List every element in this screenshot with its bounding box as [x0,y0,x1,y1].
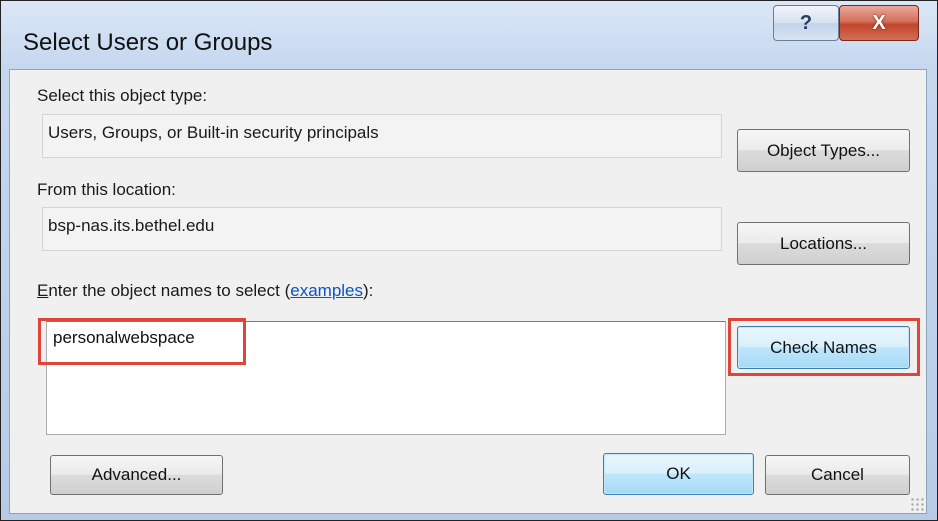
object-type-label: Select this object type: [37,86,208,105]
object-type-field: Users, Groups, or Built-in security prin… [42,114,722,158]
locations-button[interactable]: Locations... [737,222,910,265]
cancel-button[interactable]: Cancel [765,455,910,495]
location-label: From this location: [37,180,176,199]
help-button[interactable]: ? [773,5,839,41]
close-icon: X [872,11,886,34]
object-names-label-text: nter the object names to select ( [48,281,291,300]
object-names-accel: E [37,281,49,300]
object-names-label-suffix: ): [363,281,374,300]
location-field: bsp-nas.its.bethel.edu [42,207,722,251]
ok-button[interactable]: OK [603,453,754,495]
dialog-window: Select Users or Groups ? X Select this o… [0,0,938,521]
resize-grip-icon[interactable] [910,497,924,511]
advanced-button[interactable]: Advanced... [50,455,223,495]
title-bar: Select Users or Groups ? X [1,1,937,69]
dialog-title: Select Users or Groups [23,29,273,56]
check-names-button[interactable]: Check Names [737,326,910,369]
examples-link[interactable]: examples [290,281,363,300]
object-names-value: personalwebspace [53,328,195,347]
object-names-input[interactable]: personalwebspace [46,321,726,435]
close-button[interactable]: X [839,5,919,41]
help-icon: ? [799,11,813,34]
object-names-label: Enter the object names to select (exampl… [37,281,373,301]
object-types-button[interactable]: Object Types... [737,129,910,172]
dialog-body: Select this object type: Users, Groups, … [9,69,927,514]
